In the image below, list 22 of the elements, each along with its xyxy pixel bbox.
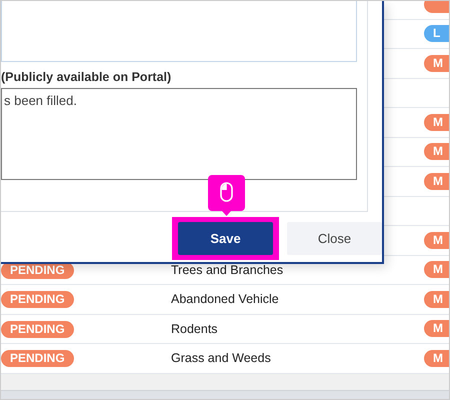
- table-cell: Grass and Weeds: [171, 351, 271, 366]
- status-badge: PENDING: [1, 291, 74, 308]
- priority-badge: M: [424, 172, 449, 190]
- status-badge: PENDING: [1, 350, 74, 368]
- table-cell: Rodents: [171, 322, 218, 336]
- priority-badge: M: [424, 143, 449, 160]
- table-cell: Abandoned Vehicle: [171, 292, 279, 306]
- priority-badge: L: [424, 25, 449, 42]
- priority-badge: M: [424, 320, 449, 338]
- save-button[interactable]: Save: [178, 222, 273, 255]
- priority-badge: M: [424, 290, 449, 308]
- priority-badge: M: [424, 114, 449, 131]
- status-badge: PENDING: [1, 320, 74, 338]
- note-field[interactable]: s been filled.: [1, 88, 357, 180]
- priority-badge: M: [424, 54, 449, 72]
- priority-badge: M: [424, 350, 449, 367]
- field-label: (Publicly available on Portal): [1, 70, 172, 84]
- priority-badge: M: [424, 232, 449, 249]
- table-cell: Trees and Branches: [171, 262, 284, 277]
- text-area[interactable]: [1, 1, 357, 62]
- close-button[interactable]: Close: [287, 222, 382, 255]
- priority-badge: M: [424, 261, 449, 278]
